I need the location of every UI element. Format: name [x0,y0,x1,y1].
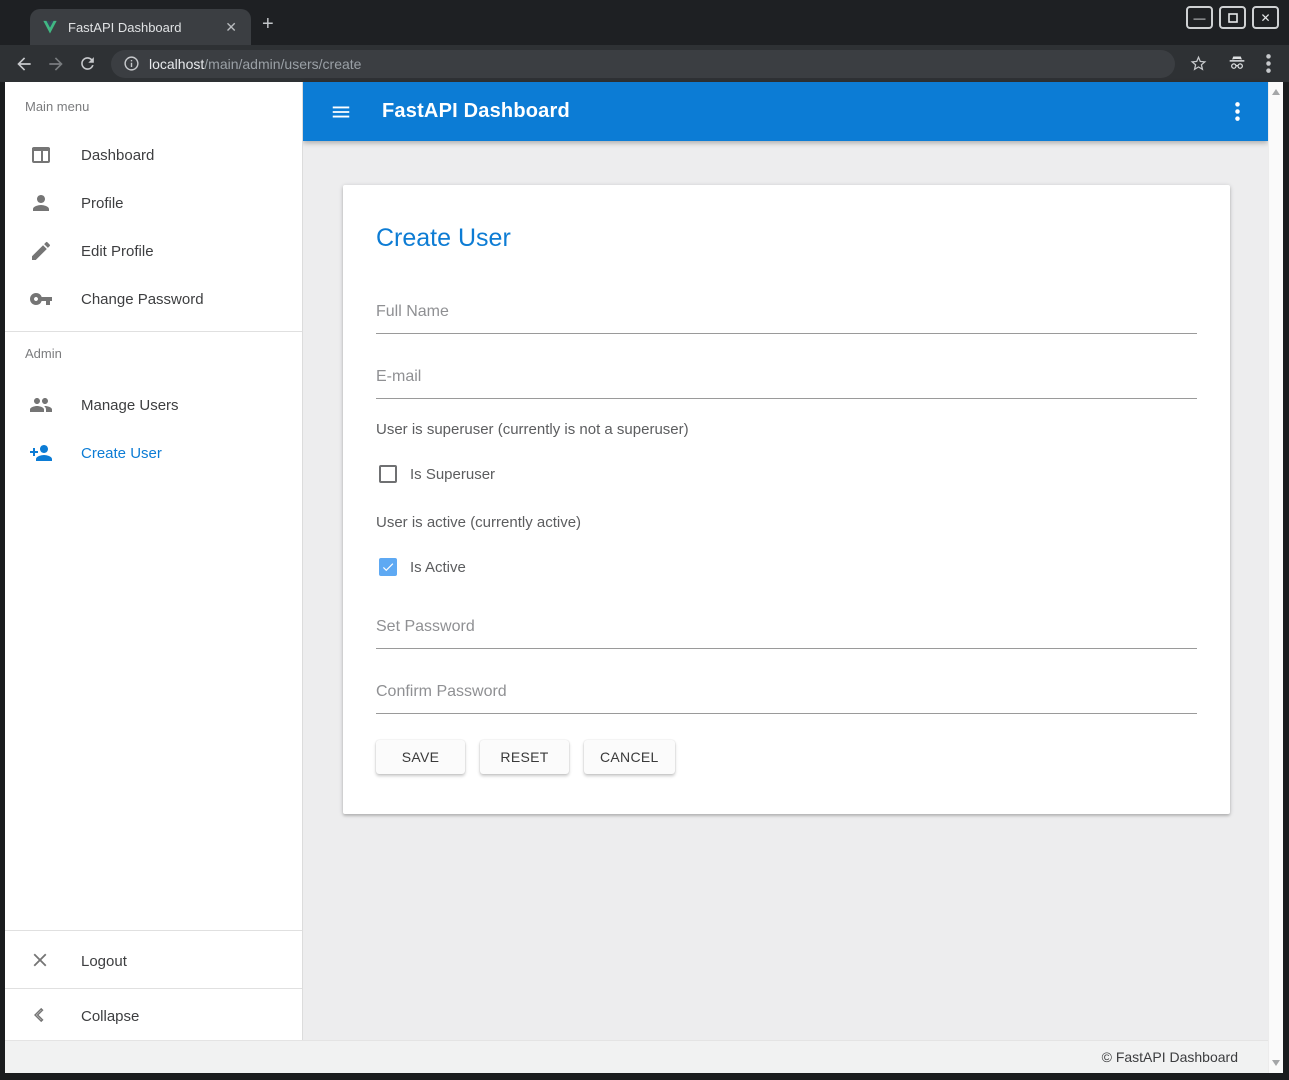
page-title: Create User [376,185,1197,253]
app-header: FastAPI Dashboard [303,82,1268,141]
sidebar-section-admin-label: Admin [5,332,302,369]
save-button[interactable]: SAVE [376,740,465,774]
browser-menu-kebab-icon[interactable] [1266,54,1271,73]
url-host: localhost [149,56,204,72]
url-bar[interactable]: localhost/main/admin/users/create [111,50,1175,78]
active-note: User is active (currently active) [376,514,1197,531]
page-footer: © FastAPI Dashboard [5,1040,1268,1073]
email-input[interactable] [376,368,1197,399]
sidebar-item-edit-profile[interactable]: Edit Profile [5,227,302,275]
tab-close-icon[interactable]: ✕ [221,17,241,38]
scroll-down-icon[interactable] [1272,1060,1280,1066]
chevron-left-icon [29,1004,53,1028]
set-password-input[interactable] [376,618,1197,649]
browser-toolbar: localhost/main/admin/users/create [0,45,1289,82]
confirm-password-field-wrap [376,683,1197,714]
sidebar-item-label: Create User [81,445,162,462]
full-name-field-wrap [376,303,1197,334]
scroll-up-icon[interactable] [1272,89,1280,95]
person-icon [29,191,53,215]
sidebar-item-label: Logout [81,953,127,970]
app-title: FastAPI Dashboard [382,100,570,123]
reset-button[interactable]: RESET [480,740,569,774]
window-close-button[interactable]: ✕ [1252,6,1279,29]
sidebar: Main menu Dashboard Profile Edit Profile [5,82,303,1040]
bookmark-star-icon[interactable] [1189,54,1208,73]
is-active-row: Is Active [376,557,1197,577]
sidebar-item-dashboard[interactable]: Dashboard [5,131,302,179]
email-field-wrap [376,368,1197,399]
window-minimize-button[interactable]: — [1186,6,1213,29]
superuser-note: User is superuser (currently is not a su… [376,421,1197,438]
sidebar-item-manage-users[interactable]: Manage Users [5,381,302,429]
window-maximize-button[interactable] [1219,6,1246,29]
app-menu-kebab-icon[interactable] [1235,102,1240,121]
vertical-scrollbar[interactable] [1268,82,1283,1073]
is-active-label: Is Active [410,559,466,576]
confirm-password-input[interactable] [376,683,1197,714]
main-content: Create User User is superuser (currently… [303,141,1268,1040]
pencil-icon [29,239,53,263]
sidebar-item-label: Profile [81,195,124,212]
cancel-button[interactable]: CANCEL [584,740,675,774]
sidebar-item-label: Change Password [81,291,204,308]
browser-titlebar: FastAPI Dashboard ✕ + — ✕ [0,0,1289,45]
is-superuser-row: Is Superuser [376,464,1197,484]
close-icon [29,949,53,973]
is-superuser-label: Is Superuser [410,466,495,483]
back-icon[interactable] [14,54,34,74]
url-path: /main/admin/users/create [204,56,361,72]
set-password-field-wrap [376,618,1197,649]
hamburger-menu-icon[interactable] [330,101,352,123]
sidebar-item-change-password[interactable]: Change Password [5,275,302,323]
is-active-checkbox[interactable] [379,558,397,576]
sidebar-item-label: Dashboard [81,147,154,164]
sidebar-item-logout[interactable]: Logout [5,937,302,985]
sidebar-item-create-user[interactable]: Create User [5,429,302,477]
is-superuser-checkbox[interactable] [379,465,397,483]
forward-icon[interactable] [46,54,66,74]
tab-title: FastAPI Dashboard [68,20,221,35]
dashboard-icon [29,143,53,167]
key-icon [29,287,53,311]
reload-icon[interactable] [78,54,97,73]
create-user-card: Create User User is superuser (currently… [343,185,1230,814]
vue-favicon-icon [42,20,58,35]
sidebar-divider [5,988,302,989]
sidebar-item-label: Manage Users [81,397,179,414]
incognito-icon [1226,54,1248,74]
page-info-icon[interactable] [123,55,140,72]
sidebar-item-label: Collapse [81,1008,139,1025]
form-buttons: SAVE RESET CANCEL [376,740,1197,774]
copyright-text: © FastAPI Dashboard [1102,1049,1238,1065]
new-tab-button[interactable]: + [262,14,274,34]
sidebar-section-main-menu-label: Main menu [5,82,302,119]
person-add-icon [29,441,53,465]
sidebar-item-collapse[interactable]: Collapse [5,992,302,1040]
full-name-input[interactable] [376,303,1197,334]
people-icon [29,393,53,417]
page-viewport: Main menu Dashboard Profile Edit Profile [5,82,1283,1073]
sidebar-item-profile[interactable]: Profile [5,179,302,227]
sidebar-item-label: Edit Profile [81,243,154,260]
browser-tab[interactable]: FastAPI Dashboard ✕ [30,9,251,45]
